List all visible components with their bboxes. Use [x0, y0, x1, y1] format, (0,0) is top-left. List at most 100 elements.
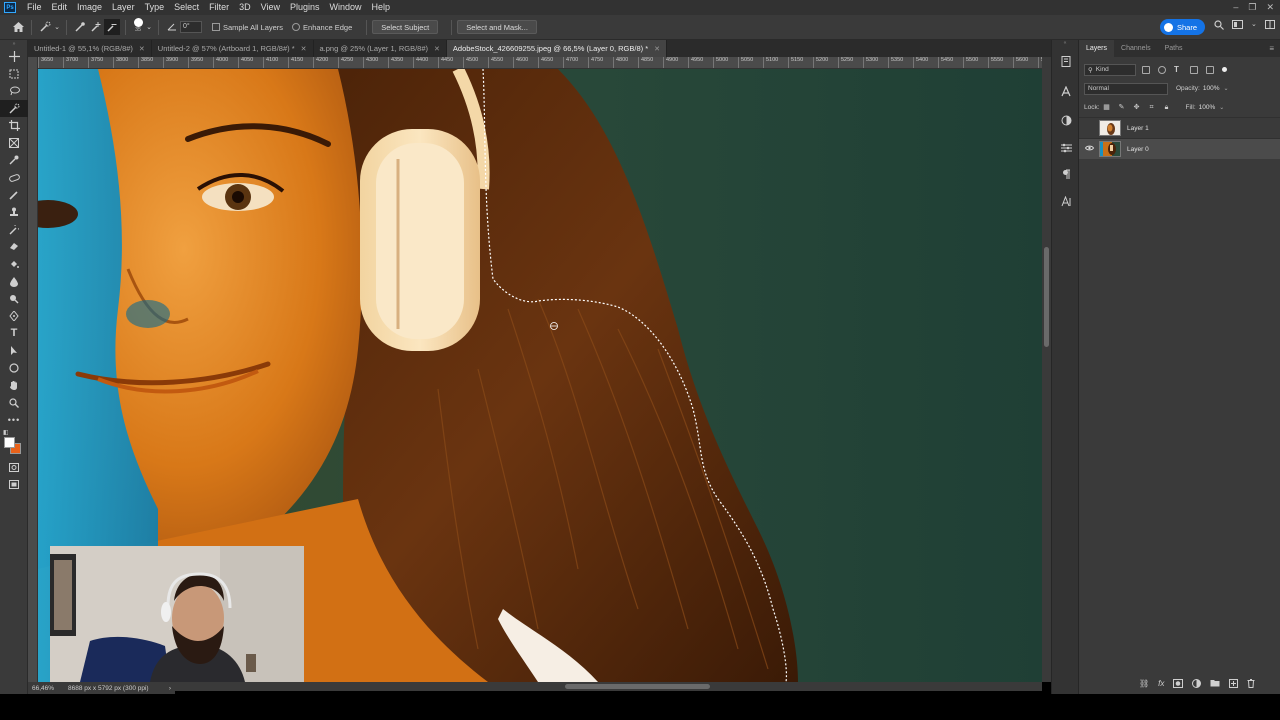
lasso-tool-icon[interactable] [0, 83, 28, 100]
opacity-input[interactable]: 100% [1203, 85, 1220, 92]
menu-type[interactable]: Type [140, 0, 170, 15]
lock-position-icon[interactable]: ✥ [1133, 104, 1141, 112]
horizontal-scrollbar[interactable] [175, 682, 1042, 691]
chevron-down-icon[interactable]: ⌄ [145, 19, 153, 35]
pen-tool-icon[interactable] [0, 307, 28, 324]
tab-layers[interactable]: Layers [1079, 40, 1115, 57]
chevron-right-icon[interactable]: › [169, 685, 171, 692]
tab-untitled-1[interactable]: Untitled-1 @ 55,1% (RGB/8#) ✕ [28, 40, 152, 57]
angle-input[interactable]: 0° [180, 21, 202, 33]
add-to-selection-icon[interactable] [88, 19, 104, 35]
quick-selection-tool-icon[interactable] [37, 19, 53, 35]
eyedropper-tool-icon[interactable] [0, 152, 28, 169]
frame-tool-icon[interactable] [0, 134, 28, 151]
close-icon[interactable]: ✕ [139, 45, 145, 53]
sample-all-layers-checkbox[interactable] [212, 23, 220, 31]
tab-adobestock[interactable]: AdobeStock_426609255.jpeg @ 66,5% (Layer… [446, 40, 668, 57]
hand-tool-icon[interactable] [0, 377, 28, 394]
scrollbar-thumb[interactable] [1044, 247, 1049, 347]
crop-tool-icon[interactable] [0, 117, 28, 134]
new-adjustment-layer-icon[interactable] [1192, 679, 1202, 690]
character-icon[interactable] [1052, 75, 1080, 107]
select-subject-button[interactable]: Select Subject [372, 20, 439, 34]
zoom-tool-icon[interactable] [0, 394, 28, 411]
home-icon[interactable] [10, 19, 26, 35]
new-selection-icon[interactable] [72, 19, 88, 35]
menu-view[interactable]: View [256, 0, 285, 15]
screen-mode-icon[interactable] [0, 476, 28, 493]
chevron-down-icon[interactable]: ⌄ [1251, 20, 1257, 33]
menu-3d[interactable]: 3D [234, 0, 256, 15]
adjustments-icon[interactable] [1052, 134, 1080, 161]
menu-help[interactable]: Help [367, 0, 396, 15]
menu-layer[interactable]: Layer [107, 0, 140, 15]
edit-toolbar-icon[interactable]: ••• [0, 411, 28, 428]
menu-file[interactable]: File [22, 0, 47, 15]
move-tool-icon[interactable] [0, 48, 28, 65]
search-icon[interactable] [1214, 20, 1224, 33]
panel-menu-icon[interactable]: ≡ [1269, 44, 1274, 53]
dodge-tool-icon[interactable] [0, 290, 28, 307]
layer-row-layer-1[interactable]: Layer 1 [1079, 117, 1280, 138]
delete-layer-icon[interactable] [1247, 679, 1255, 690]
path-selection-tool-icon[interactable] [0, 342, 28, 359]
default-colors-icon[interactable]: ◧ [3, 429, 9, 436]
lock-transparent-icon[interactable]: ▦ [1103, 104, 1111, 112]
chevron-down-icon[interactable]: ⌄ [1219, 104, 1224, 111]
pixel-filter-icon[interactable] [1142, 65, 1150, 74]
new-layer-icon[interactable] [1229, 679, 1239, 690]
fill-input[interactable]: 100% [1199, 104, 1216, 111]
layer-row-layer-0[interactable]: Layer 0 [1079, 138, 1280, 159]
color-icon[interactable] [1052, 107, 1080, 134]
foreground-color-swatch[interactable] [4, 436, 15, 448]
lock-all-icon[interactable]: 🔒︎ [1163, 104, 1171, 112]
menu-plugins[interactable]: Plugins [285, 0, 325, 15]
filter-toggle-icon[interactable] [1222, 67, 1227, 72]
healing-brush-tool-icon[interactable] [0, 169, 28, 186]
eye-icon[interactable] [1079, 145, 1099, 153]
type-tool-icon[interactable]: T [0, 325, 28, 342]
arrange-icon[interactable] [1264, 20, 1275, 33]
smart-object-filter-icon[interactable] [1206, 65, 1214, 74]
layer-name[interactable]: Layer 1 [1127, 125, 1149, 132]
eraser-tool-icon[interactable] [0, 238, 28, 255]
lock-pixels-icon[interactable]: ✎ [1118, 104, 1126, 112]
marquee-tool-icon[interactable] [0, 65, 28, 82]
paragraph-icon[interactable] [1052, 161, 1080, 188]
zoom-level[interactable]: 66,46% [28, 685, 68, 692]
panel-strip-grip[interactable]: « [1052, 40, 1078, 48]
tab-channels[interactable]: Channels [1114, 40, 1158, 57]
new-group-icon[interactable] [1210, 679, 1220, 690]
adjustment-filter-icon[interactable] [1158, 65, 1166, 74]
menu-select[interactable]: Select [169, 0, 204, 15]
subtract-from-selection-icon[interactable] [104, 19, 120, 35]
brush-tool-icon[interactable] [0, 186, 28, 203]
tab-paths[interactable]: Paths [1158, 40, 1190, 57]
glyphs-icon[interactable] [1052, 188, 1080, 215]
add-mask-icon[interactable] [1173, 679, 1184, 690]
tab-a-png[interactable]: a.png @ 25% (Layer 1, RGB/8#) ✕ [314, 40, 447, 57]
scrollbar-thumb[interactable] [565, 684, 710, 689]
close-icon[interactable]: ✕ [434, 45, 440, 53]
enhance-edge-checkbox[interactable] [292, 23, 301, 31]
history-brush-tool-icon[interactable] [0, 221, 28, 238]
layer-style-icon[interactable]: fx [1158, 679, 1164, 690]
menu-window[interactable]: Window [325, 0, 367, 15]
blend-mode-select[interactable]: Normal [1084, 82, 1168, 95]
brush-size-picker[interactable]: 35 [131, 17, 145, 37]
toolbar-grip[interactable]: » [0, 40, 28, 48]
select-and-mask-button[interactable]: Select and Mask... [457, 20, 537, 34]
link-layers-icon[interactable]: ⛓ [1139, 679, 1149, 690]
chevron-down-icon[interactable]: ⌄ [1223, 85, 1228, 92]
filter-kind-select[interactable]: ⚲ Kind [1084, 63, 1136, 76]
type-filter-icon[interactable]: T [1174, 65, 1182, 74]
minimize-button[interactable]: – [1233, 0, 1238, 15]
history-icon[interactable] [1052, 48, 1080, 75]
lock-artboard-icon[interactable]: ⌗ [1148, 104, 1156, 112]
menu-edit[interactable]: Edit [47, 0, 73, 15]
close-icon[interactable]: ✕ [654, 45, 660, 53]
close-icon[interactable]: ✕ [301, 45, 307, 53]
layer-name[interactable]: Layer 0 [1127, 146, 1149, 153]
menu-image[interactable]: Image [72, 0, 107, 15]
chevron-down-icon[interactable]: ⌄ [53, 19, 61, 35]
